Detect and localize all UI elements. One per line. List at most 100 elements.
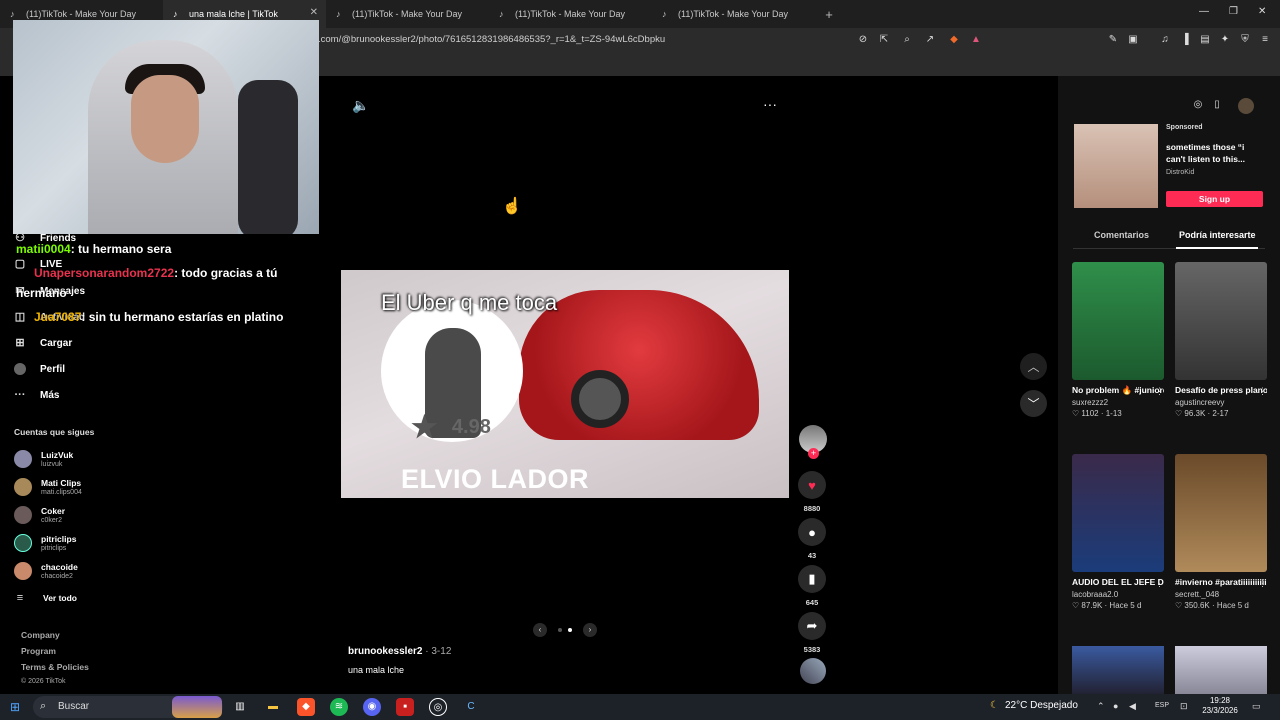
following-account[interactable]: pitriclips pitriclips xyxy=(14,531,76,555)
card-user[interactable]: agustincreevy xyxy=(1175,398,1267,407)
weather-widget[interactable]: ☾ 22°C Despejado xyxy=(990,700,1078,711)
spotify-icon[interactable]: ≋ xyxy=(330,698,348,716)
share-button[interactable]: ➦ 5383 xyxy=(798,612,826,654)
ad-text[interactable]: sometimes those “i can't listen to this.… xyxy=(1166,141,1266,165)
discord-icon[interactable]: ◉ xyxy=(363,698,381,716)
follow-plus-icon[interactable]: + xyxy=(808,448,819,459)
mic-icon[interactable]: ● xyxy=(1113,701,1118,711)
kebab-icon[interactable]: ⋮ xyxy=(1155,386,1164,397)
volume-icon[interactable]: 🔈 xyxy=(352,97,369,114)
brave-shield-icon[interactable]: ◆ xyxy=(948,34,960,46)
url-text[interactable]: .com/@brunookessler2/photo/7616512831986… xyxy=(318,34,665,45)
like-button[interactable]: ♥ 8880 xyxy=(798,471,826,513)
card-user[interactable]: suxrezzz2 xyxy=(1072,398,1164,407)
tab-for-you[interactable]: Podría interesarte xyxy=(1179,230,1256,240)
compass-icon[interactable]: ◎ xyxy=(1191,98,1205,112)
next-photo-button[interactable]: › xyxy=(583,623,597,637)
following-account[interactable]: Coker c0ker2 xyxy=(14,503,65,527)
search-label: Buscar xyxy=(58,701,90,712)
kebab-icon[interactable]: ⋮ xyxy=(1258,578,1267,589)
browser-tab[interactable]: ♪ (11)TikTok - Make Your Day xyxy=(326,0,489,28)
tray-chevron-icon[interactable]: ⌃ xyxy=(1097,701,1105,712)
signup-button[interactable]: Sign up xyxy=(1166,191,1263,207)
following-account[interactable]: Mati Clips mati.clips004 xyxy=(14,475,82,499)
wallet-icon[interactable]: ▤ xyxy=(1199,34,1211,46)
restore-icon[interactable]: ❐ xyxy=(1229,6,1238,17)
new-tab-button[interactable]: + xyxy=(815,0,843,28)
following-account[interactable]: chacoide chacoide2 xyxy=(14,559,78,583)
tab-comments[interactable]: Comentarios xyxy=(1094,230,1149,240)
footer-terms[interactable]: Terms & Policies xyxy=(21,662,89,672)
save-button[interactable]: ▮ 645 xyxy=(798,565,826,607)
sound-disc[interactable] xyxy=(800,658,826,684)
active-tab-indicator xyxy=(1176,247,1258,249)
more-options-icon[interactable]: ··· xyxy=(763,96,777,112)
pager-dot[interactable] xyxy=(558,628,562,632)
sidebar-icon[interactable]: ▐ xyxy=(1179,34,1191,46)
file-explorer-icon[interactable]: ▬ xyxy=(264,698,282,716)
notifications-icon[interactable]: ▭ xyxy=(1252,701,1261,712)
card-thumbnail[interactable] xyxy=(1175,262,1267,380)
brave-icon[interactable]: ◆ xyxy=(297,698,315,716)
card-thumbnail[interactable] xyxy=(1072,454,1164,572)
obs-icon[interactable]: ◎ xyxy=(429,698,447,716)
video-card[interactable]: AUDIO DEL EL JEFE DE LA BAR... lacobraaa… xyxy=(1072,454,1164,610)
card-thumbnail[interactable] xyxy=(1072,646,1164,694)
rewards-icon[interactable]: ▲ xyxy=(970,34,982,46)
footer-company[interactable]: Company xyxy=(21,630,60,640)
translate-icon[interactable]: ⊘ xyxy=(857,34,869,46)
minimize-icon[interactable]: — xyxy=(1199,6,1209,17)
windows-start-icon[interactable]: ⊞ xyxy=(10,700,20,714)
zoom-icon[interactable]: ⌕ xyxy=(901,34,913,46)
sidebar-item-more[interactable]: ··· Más xyxy=(14,389,60,401)
leo-icon[interactable]: ✦ xyxy=(1219,34,1231,46)
kebab-icon[interactable]: ⋮ xyxy=(1258,386,1267,397)
search-highlight-image xyxy=(172,696,222,718)
clock[interactable]: 19:28 23/3/2026 xyxy=(1200,696,1240,716)
task-view-icon[interactable]: ▥ xyxy=(231,698,249,716)
browser-tab[interactable]: ♪ (11)TikTok - Make Your Day xyxy=(489,0,652,28)
video-card[interactable]: Desafío de press plano por la... agustin… xyxy=(1175,262,1267,418)
phone-icon[interactable]: ▯ xyxy=(1210,98,1224,112)
card-user[interactable]: secrett._048 xyxy=(1175,590,1267,599)
share-icon[interactable]: ↗ xyxy=(924,34,936,46)
sidebar-item-upload[interactable]: ⊞ Cargar xyxy=(14,337,72,349)
screenshot-icon[interactable]: ▣ xyxy=(1127,34,1139,46)
media-icon[interactable]: ♫ xyxy=(1159,34,1171,46)
browser-tab[interactable]: ♪ (11)TikTok - Make Your Day xyxy=(652,0,815,28)
card-thumbnail[interactable] xyxy=(1072,262,1164,380)
avatar[interactable] xyxy=(1238,98,1254,114)
language-indicator[interactable]: ESP xyxy=(1155,702,1169,709)
comment-button[interactable]: ● 43 xyxy=(798,518,826,560)
prev-photo-button[interactable]: ‹ xyxy=(533,623,547,637)
video-card[interactable]: #invierno #paratiiiiiiiiiiiiiiii... secr… xyxy=(1175,454,1267,610)
app-c-icon[interactable]: C xyxy=(462,698,480,716)
see-all-link[interactable]: ≡ Ver todo xyxy=(14,592,77,604)
card-thumbnail[interactable] xyxy=(1175,646,1267,694)
sidebar-item-profile[interactable]: Perfil xyxy=(14,363,65,375)
network-icon[interactable]: ⊡ xyxy=(1180,701,1188,712)
pager-dot-active[interactable] xyxy=(568,628,572,632)
close-tab-icon[interactable]: ✕ xyxy=(310,7,318,18)
speaker-icon[interactable]: ◀ xyxy=(1129,701,1136,712)
more-icon: ··· xyxy=(14,389,26,401)
vpn-icon[interactable]: ⛨ xyxy=(1239,34,1251,46)
ad-thumbnail[interactable] xyxy=(1074,124,1158,208)
voicemeeter-icon[interactable]: ■ xyxy=(396,698,414,716)
card-thumbnail[interactable] xyxy=(1175,454,1267,572)
following-account[interactable]: LuizVuk luizvuk xyxy=(14,447,73,471)
close-window-icon[interactable]: ✕ xyxy=(1258,6,1266,17)
extensions-icon[interactable]: ✎ xyxy=(1107,34,1119,46)
menu-icon[interactable]: ≡ xyxy=(1259,34,1271,46)
webcam-overlay xyxy=(13,20,319,234)
kebab-icon[interactable]: ⋮ xyxy=(1155,578,1164,589)
video-card[interactable]: No problem 🔥 #juniordebarran... suxrezzz… xyxy=(1072,262,1164,418)
video-player[interactable]: El Uber q me toca ★ 4.98 ELVIO LADOR xyxy=(341,270,789,498)
activity-icon: ◫ xyxy=(14,311,26,323)
open-external-icon[interactable]: ⇱ xyxy=(878,34,890,46)
author-name[interactable]: brunookessler2 xyxy=(348,646,422,657)
prev-video-button[interactable]: ︿ xyxy=(1020,353,1047,380)
next-video-button[interactable]: ﹀ xyxy=(1020,390,1047,417)
footer-program[interactable]: Program xyxy=(21,646,56,656)
card-user[interactable]: lacobraaa2.0 xyxy=(1072,590,1164,599)
